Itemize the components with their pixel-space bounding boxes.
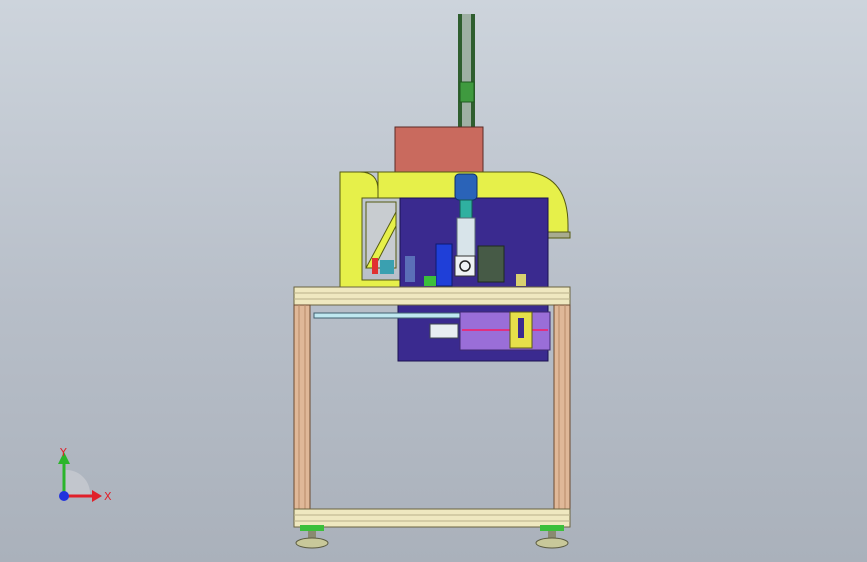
- leveling-feet: [295, 525, 569, 549]
- z-axis-dot: [59, 491, 69, 501]
- x-axis-label: X: [104, 490, 112, 503]
- bottom-rail: [293, 508, 571, 528]
- clamp-slot: [518, 318, 524, 338]
- cad-viewport[interactable]: Y X: [0, 0, 867, 562]
- blue-block: [435, 243, 453, 287]
- teal-module: [380, 260, 394, 274]
- blue-module: [405, 256, 415, 282]
- coupling: [459, 199, 473, 219]
- leg-right: [553, 304, 571, 510]
- small-bracket: [516, 274, 526, 286]
- green-bracket: [424, 276, 436, 286]
- leg-left: [293, 304, 311, 510]
- red-sensor: [372, 258, 378, 274]
- foot-right-pad: [535, 537, 569, 549]
- foot-right-mount: [540, 525, 564, 531]
- table-slab: [293, 286, 571, 306]
- guide-rail: [313, 312, 471, 319]
- linear-actuator: [429, 323, 459, 339]
- coordinate-triad: Y X: [58, 446, 112, 503]
- c-frame-lip: [547, 231, 571, 239]
- table-top: [293, 286, 571, 306]
- triad-plane: [64, 469, 91, 496]
- spindle-shaft: [456, 217, 476, 259]
- y-axis-label: Y: [59, 446, 67, 459]
- chuck: [454, 255, 476, 277]
- belt-pulley: [459, 81, 475, 103]
- foot-left-pad: [295, 537, 329, 549]
- foot-left-mount: [300, 525, 324, 531]
- x-axis-arrow: [92, 490, 102, 502]
- side-motor: [477, 245, 505, 283]
- motor-housing: [394, 126, 484, 174]
- cylinder-head: [454, 173, 478, 201]
